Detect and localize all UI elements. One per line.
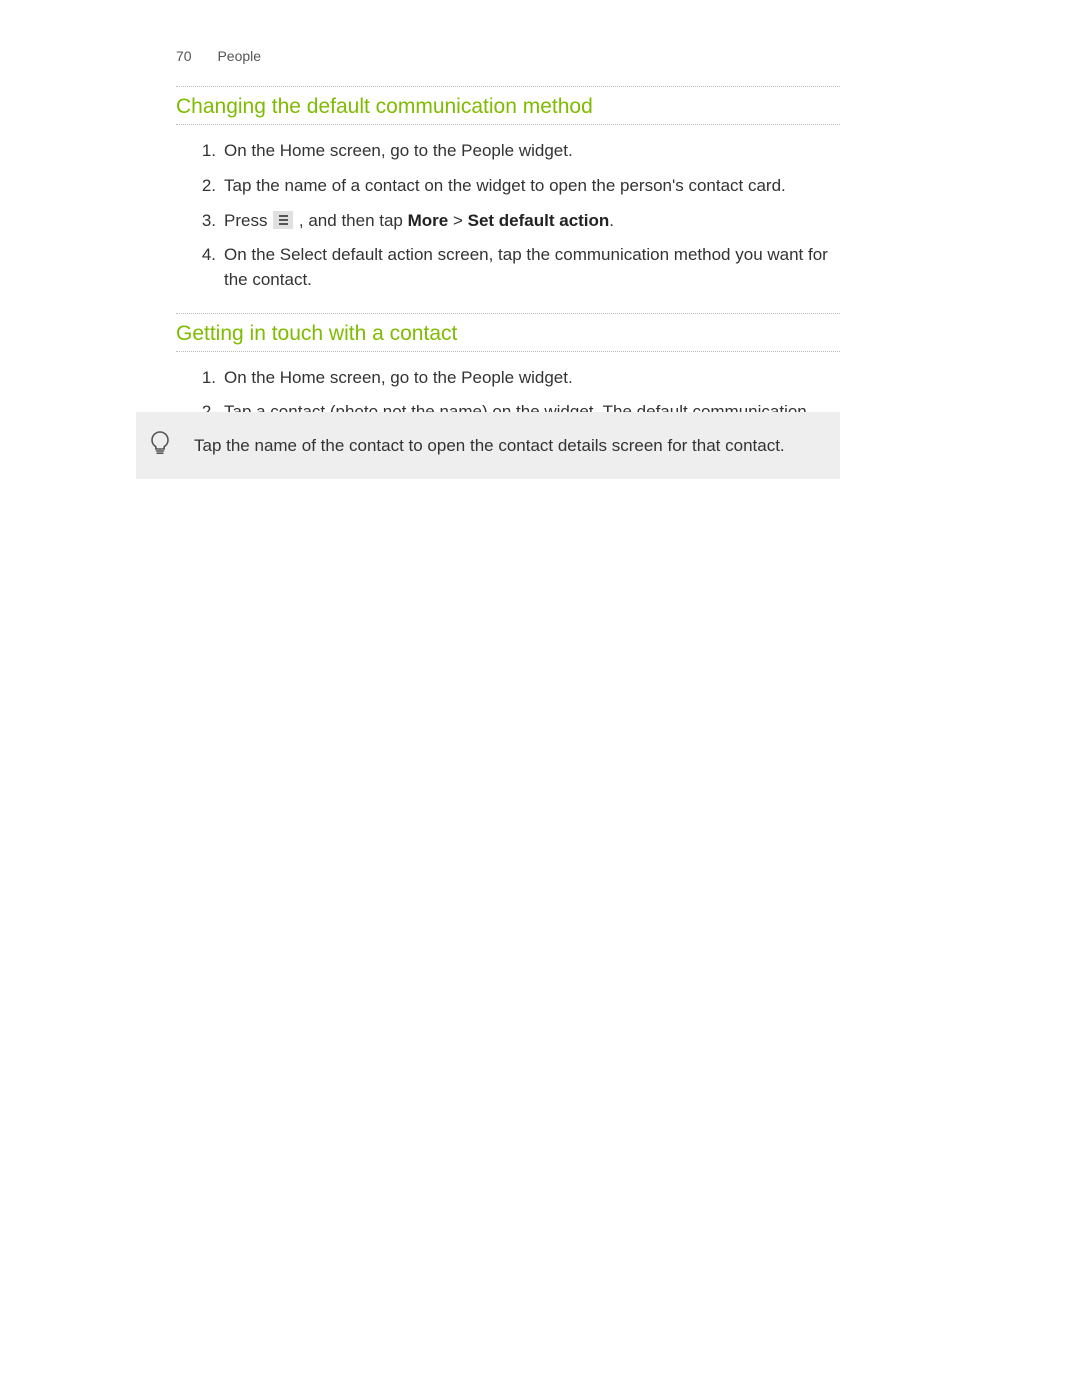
step-text: Tap the name of a contact on the widget … [224,174,840,199]
step-sep: > [448,211,467,230]
tip-box: Tap the name of the contact to open the … [136,412,840,479]
step-item: 1. On the Home screen, go to the People … [198,139,840,164]
step-number: 2. [198,174,224,199]
tip-text: Tap the name of the contact to open the … [194,434,785,458]
page-header: 70 People [176,48,261,64]
step-number: 1. [198,139,224,164]
step-mid: , and then tap [294,211,407,230]
page-number: 70 [176,48,192,64]
step-text: Press , and then tap More > Set default … [224,209,840,234]
step-item: 1. On the Home screen, go to the People … [198,366,840,391]
step-text: On the Home screen, go to the People wid… [224,366,840,391]
step-prefix: Press [224,211,272,230]
section-heading-1: Changing the default communication metho… [176,86,840,125]
step-item: 3. Press , and then tap More > Set defau… [198,209,840,234]
step-number: 3. [198,209,224,234]
step-number: 4. [198,243,224,268]
section-name: People [217,48,261,64]
steps-list-1: 1. On the Home screen, go to the People … [176,139,840,292]
menu-icon [273,211,293,229]
step-suffix: . [609,211,614,230]
lightbulb-icon [150,430,170,461]
step-item: 2. Tap the name of a contact on the widg… [198,174,840,199]
section-heading-2: Getting in touch with a contact [176,313,840,352]
step-text: On the Select default action screen, tap… [224,243,840,292]
step-bold: More [408,211,449,230]
step-item: 4. On the Select default action screen, … [198,243,840,292]
step-bold: Set default action [468,211,610,230]
step-number: 1. [198,366,224,391]
step-text: On the Home screen, go to the People wid… [224,139,840,164]
